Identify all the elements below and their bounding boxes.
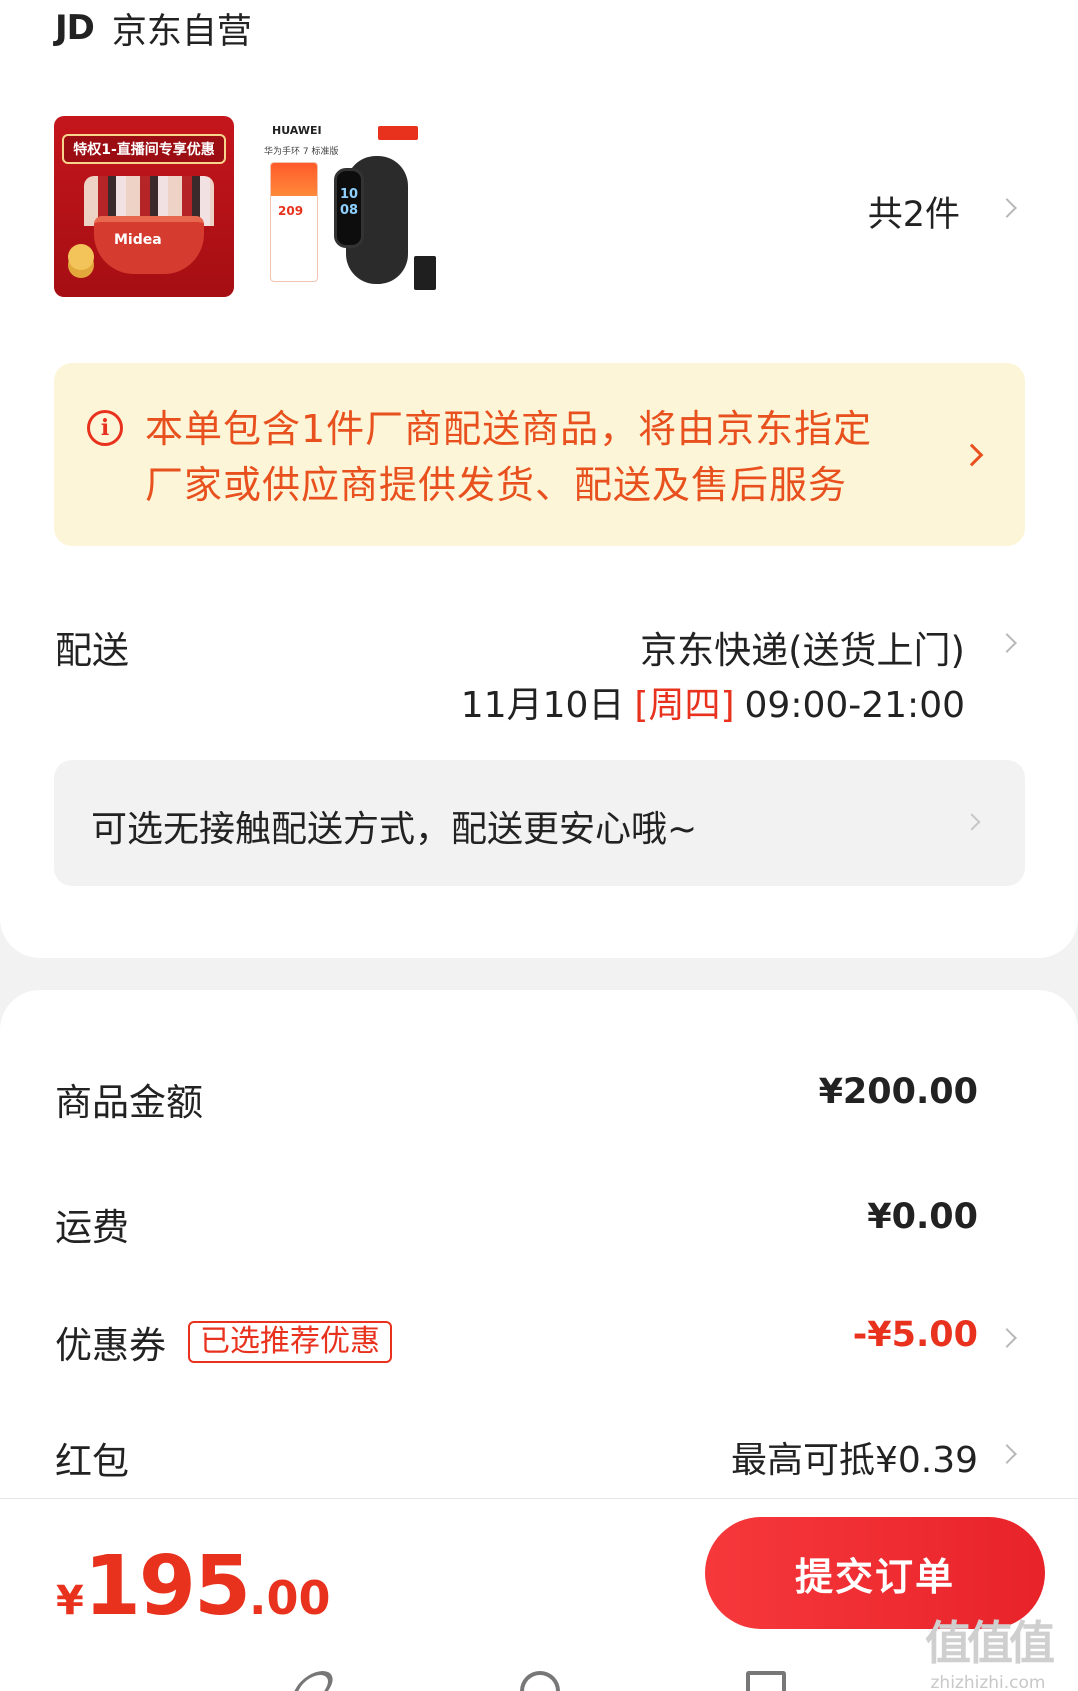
- jd-logo: JD: [55, 8, 95, 48]
- shipping-fee-label: 运费: [55, 1206, 129, 1249]
- delivery-weekday: [周四]: [634, 685, 735, 726]
- goods-amount-label: 商品金额: [55, 1081, 203, 1124]
- chevron-right-icon: [960, 443, 984, 467]
- nav-back-icon[interactable]: [294, 1671, 340, 1691]
- delivery-time-slot[interactable]: 11月10日 [周四] 09:00-21:00: [461, 676, 965, 728]
- red-packet-label: 红包: [55, 1440, 129, 1483]
- thumbnail-brand: Midea: [114, 232, 162, 248]
- delivery-window: 09:00-21:00: [744, 685, 965, 726]
- coupon-row[interactable]: 优惠券 已选推荐优惠 -¥5.00: [0, 1315, 1078, 1367]
- price-summary-card: 商品金额 ¥200.00 运费 ¥0.00 优惠券 已选推荐优惠 -¥5.00 …: [0, 990, 1078, 1510]
- thumbnail-promo-banner: 特权1-直播间专享优惠: [62, 134, 226, 164]
- nav-recents-icon[interactable]: [746, 1671, 786, 1691]
- goods-amount-row: 商品金额 ¥200.00: [0, 1072, 1078, 1124]
- watermark-logo: 值值值: [925, 1616, 1055, 1670]
- info-icon: i: [87, 410, 123, 446]
- chevron-right-icon[interactable]: [997, 633, 1017, 653]
- shop-name: 京东自营: [111, 11, 252, 52]
- nav-home-icon[interactable]: [520, 1671, 560, 1691]
- coupon-discount-value: -¥5.00: [852, 1315, 978, 1355]
- vendor-shipping-notice[interactable]: i 本单包含1件厂商配送商品，将由京东指定厂家或供应商提供发货、配送及售后服务: [54, 363, 1025, 546]
- chevron-right-icon: [963, 813, 981, 831]
- red-packet-value: 最高可抵¥0.39: [730, 1440, 978, 1481]
- contactless-text: 可选无接触配送方式，配送更安心哦~: [91, 809, 698, 850]
- total-decimal: .00: [249, 1571, 331, 1625]
- coupon-label: 优惠券: [55, 1324, 166, 1367]
- shipping-fee-value: ¥0.00: [867, 1197, 978, 1237]
- order-total: ¥195.00: [56, 1539, 331, 1634]
- award-badge-graphic: [414, 256, 436, 290]
- watch-screen-graphic: 10 08: [334, 168, 364, 248]
- coupon-selected-badge: 已选推荐优惠: [188, 1321, 392, 1363]
- thumbnail-brand: HUAWEI: [272, 124, 322, 137]
- promo-poster-graphic: [270, 162, 318, 282]
- shop-header: JD 京东自营: [55, 4, 252, 52]
- chevron-right-icon: [997, 1444, 1017, 1464]
- watermark: 值值值 zhizhizhi.com: [925, 1607, 1055, 1691]
- promo-tag-graphic: [378, 126, 418, 140]
- delivery-label: 配送: [55, 629, 129, 672]
- goods-amount-value: ¥200.00: [818, 1072, 978, 1112]
- coins-graphic: [68, 244, 94, 270]
- order-items-card: JD 京东自营 特权1-直播间专享优惠 Midea HUAWEI 华为手环 7 …: [0, 0, 1078, 958]
- delivery-date: 11月10日: [460, 685, 625, 726]
- chevron-right-icon: [997, 1328, 1017, 1348]
- chevron-right-icon[interactable]: [997, 198, 1017, 218]
- order-confirm-page: JD 京东自营 特权1-直播间专享优惠 Midea HUAWEI 华为手环 7 …: [0, 0, 1078, 1691]
- delivery-method[interactable]: 京东快递(送货上门): [640, 620, 965, 674]
- checkout-bar: ¥195.00 提交订单 值值值 zhizhizhi.com: [0, 1498, 1078, 1691]
- product-thumbnail-midea[interactable]: 特权1-直播间专享优惠 Midea: [54, 116, 234, 297]
- red-packet-row[interactable]: 红包 最高可抵¥0.39: [0, 1431, 1078, 1483]
- watermark-site: zhizhizhi.com: [930, 1673, 1046, 1691]
- total-integer: 195: [83, 1539, 251, 1634]
- total-currency: ¥: [56, 1578, 84, 1624]
- notice-text: 本单包含1件厂商配送商品，将由京东指定厂家或供应商提供发货、配送及售后服务: [145, 407, 873, 507]
- contactless-delivery-option[interactable]: 可选无接触配送方式，配送更安心哦~: [54, 760, 1025, 886]
- thumbnail-price: 209: [278, 204, 304, 218]
- shipping-fee-row: 运费 ¥0.00: [0, 1197, 1078, 1249]
- items-count[interactable]: 共2件: [868, 186, 960, 237]
- thumbnail-product-name: 华为手环 7 标准版: [264, 147, 339, 157]
- product-thumbnail-huawei-band[interactable]: HUAWEI 华为手环 7 标准版 209 10 08: [258, 116, 438, 297]
